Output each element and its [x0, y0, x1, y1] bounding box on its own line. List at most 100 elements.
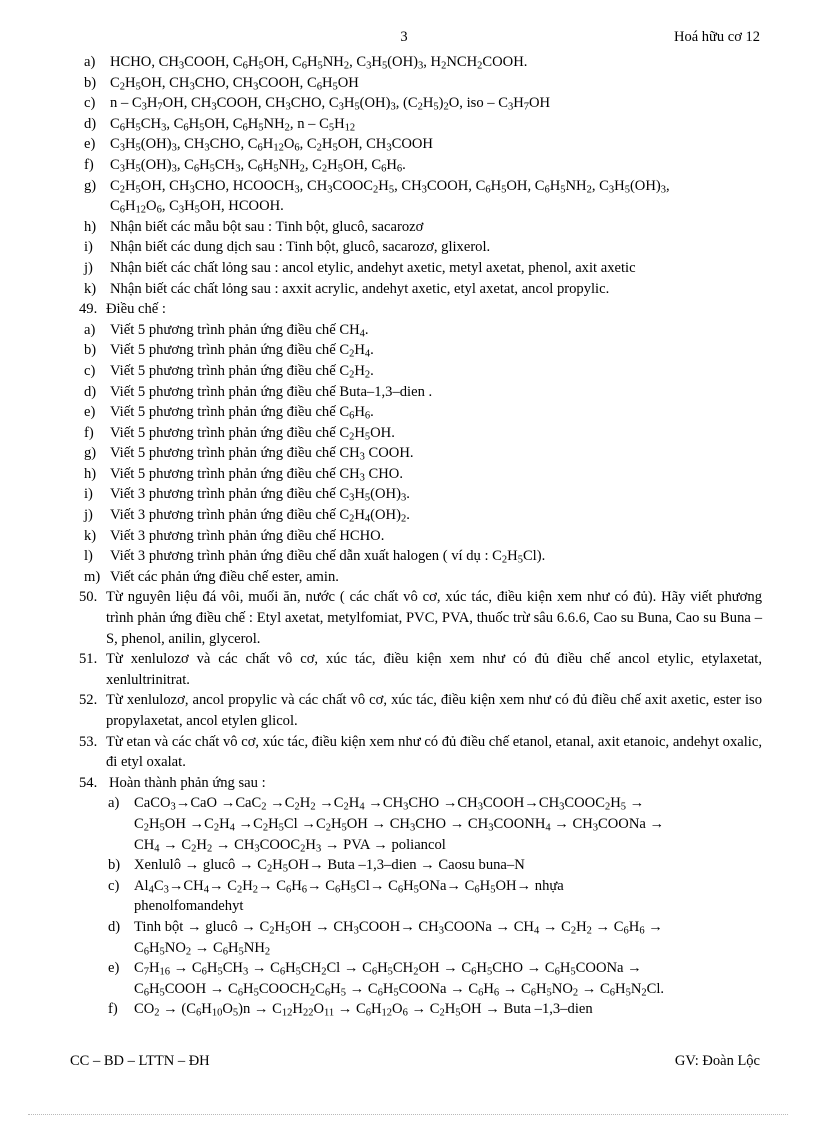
- list-item: j) Viết 3 phương trình phản ứng điều chế …: [70, 505, 762, 526]
- item-line: Xenlulô → glucô → C2H5OH→ Buta –1,3–dien…: [134, 857, 525, 875]
- item-text: Viết 5 phương trình phản ứng điều chế CH…: [110, 445, 414, 463]
- item-text: Al4C3→CH4→ C2H2→ C6H6→ C6H5Cl→ C6H5ONa→ …: [134, 876, 762, 917]
- list-item: f) C3H5(OH)3, C6H5CH3, C6H5NH2, C2H5OH, …: [70, 155, 762, 176]
- exercise-49-items: a) Viết 5 phương trình phản ứng điều chế …: [70, 320, 762, 588]
- list-item: a) HCHO, CH3COOH, C6H5OH, C6H5NH2, C3H5(…: [70, 52, 762, 73]
- item-marker: f): [108, 1001, 118, 1018]
- item-text: Tinh bột → glucô → C2H5OH → CH3COOH→ CH3…: [134, 917, 762, 958]
- item-text: Nhận biết các chất lỏng sau : ancol etyl…: [110, 259, 636, 276]
- item-text: Viết 5 phương trình phản ứng điều chế C2…: [110, 424, 395, 443]
- item-marker: e): [84, 136, 96, 153]
- item-marker: a): [108, 795, 120, 812]
- list-item: k) Viết 3 phương trình phản ứng điều chế …: [70, 526, 762, 547]
- exercise-number: 52.: [79, 692, 98, 709]
- item-line: Al4C3→CH4→ C2H2→ C6H6→ C6H5Cl→ C6H5ONa→ …: [134, 877, 564, 896]
- item-marker: j): [84, 507, 93, 524]
- item-marker: f): [84, 424, 94, 441]
- item-marker: a): [84, 321, 96, 338]
- exercise-53: 53. Từ etan và các chất vô cơ, xúc tác, …: [70, 732, 762, 773]
- item-marker: i): [84, 486, 93, 503]
- item-marker: h): [84, 218, 97, 235]
- list-item: e) C3H5(OH)3, CH3CHO, C6H12O6, C2H5OH, C…: [70, 134, 762, 155]
- list-item: h) Viết 5 phương trình phản ứng điều chế …: [70, 464, 762, 485]
- item-marker: c): [84, 95, 96, 112]
- exercise-51: 51. Từ xenlulozơ và các chất vô cơ, xúc …: [70, 649, 762, 690]
- item-text: HCHO, CH3COOH, C6H5OH, C6H5NH2, C3H5(OH)…: [110, 54, 528, 72]
- document-body: a) HCHO, CH3COOH, C6H5OH, C6H5NH2, C3H5(…: [70, 52, 762, 1020]
- exercise-number: 51.: [79, 651, 98, 668]
- exercise-52: 52. Từ xenlulozơ, ancol propylic và các …: [70, 690, 762, 731]
- item-line: C2H5OH →C2H4 →C2H5Cl →C2H5OH → CH3CHO → …: [134, 815, 665, 834]
- exercise-number: 54.: [79, 774, 98, 791]
- exercise-49-heading: 49. Điều chế :: [70, 299, 762, 320]
- list-item: b) Viết 5 phương trình phản ứng điều chế …: [70, 340, 762, 361]
- list-item: d) Tinh bột → glucô → C2H5OH → CH3COOH→ C…: [70, 917, 762, 958]
- item-marker: g): [84, 177, 97, 194]
- item-text: C2H5OH, CH3CHO, CH3COOH, C6H5OH: [110, 74, 359, 93]
- document-page: 3 Hoá hữu cơ 12 a) HCHO, CH3COOH, C6H5OH…: [0, 0, 816, 1123]
- list-item: e) C7H16 → C6H5CH3 → C6H5CH2Cl → C6H5CH2O…: [70, 958, 762, 999]
- exercise-number: 53.: [79, 733, 98, 750]
- list-item: c) Al4C3→CH4→ C2H2→ C6H6→ C6H5Cl→ C6H5ONa…: [70, 876, 762, 917]
- item-text: Viết 3 phương trình phản ứng điều chế dẫ…: [110, 548, 546, 566]
- item-text: Xenlulô → glucô → C2H5OH→ Buta –1,3–dien…: [134, 855, 762, 876]
- list-item: g) C2H5OH, CH3CHO, HCOOCH3, CH3COOC2H5, …: [70, 176, 762, 217]
- list-item: a) CaCO3→CaO →CaC2 →C2H2 →C2H4 →CH3CHO →C…: [70, 793, 762, 855]
- item-marker: c): [108, 877, 120, 894]
- document-title: Hoá hữu cơ 12: [674, 29, 760, 45]
- bottom-divider: [28, 1114, 788, 1115]
- exercise-54-heading: 54. Hoàn thành phản ứng sau :: [70, 773, 762, 794]
- item-text: Viết 5 phương trình phản ứng điều chế CH…: [110, 465, 403, 484]
- exercise-number: 49.: [79, 301, 98, 318]
- exercise-text: Từ xenlulozơ, ancol propylic và các chất…: [106, 692, 762, 729]
- item-text: C3H5(OH)3, C6H5CH3, C6H5NH2, C2H5OH, C6H…: [110, 156, 406, 175]
- item-line: C6H5NO2 → C6H5NH2: [134, 939, 271, 958]
- item-marker: b): [108, 857, 121, 874]
- item-marker: d): [108, 918, 121, 935]
- item-line: CO2 → (C6H10O5)n → C12H22O11 → C6H12O6 →…: [134, 1001, 593, 1019]
- item-text: C3H5(OH)3, CH3CHO, C6H12O6, C2H5OH, CH3C…: [110, 136, 433, 154]
- item-marker: m): [84, 568, 101, 585]
- item-line: C7H16 → C6H5CH3 → C6H5CH2Cl → C6H5CH2OH …: [134, 960, 642, 978]
- list-item: g) Viết 5 phương trình phản ứng điều chế …: [70, 443, 762, 464]
- item-line: C2H5OH, CH3CHO, HCOOCH3, CH3COOC2H5, CH3…: [110, 177, 670, 196]
- item-text: C2H5OH, CH3CHO, HCOOCH3, CH3COOC2H5, CH3…: [110, 176, 762, 217]
- item-text: C7H16 → C6H5CH3 → C6H5CH2Cl → C6H5CH2OH …: [134, 958, 762, 999]
- exercise-50: 50. Từ nguyên liệu đá vôi, muối ăn, nước…: [70, 587, 762, 649]
- item-line: C6H5COOH → C6H5COOCH2C6H5 → C6H5COONa → …: [134, 980, 665, 999]
- item-marker: b): [84, 342, 97, 359]
- item-marker: e): [84, 404, 96, 421]
- list-item: d) C6H5CH3, C6H5OH, C6H5NH2, n – C5H12: [70, 114, 762, 135]
- item-marker: k): [84, 527, 97, 544]
- list-item: f) CO2 → (C6H10O5)n → C12H22O11 → C6H12O6…: [70, 999, 762, 1020]
- list-item: k) Nhận biết các chất lỏng sau : axxit a…: [70, 279, 762, 300]
- list-item: e) Viết 5 phương trình phản ứng điều chế …: [70, 402, 762, 423]
- item-text: Viết 5 phương trình phản ứng điều chế C2…: [110, 362, 374, 381]
- list-item: f) Viết 5 phương trình phản ứng điều chế …: [70, 423, 762, 444]
- item-marker: e): [108, 960, 120, 977]
- item-text: C6H5CH3, C6H5OH, C6H5NH2, n – C5H12: [110, 115, 356, 134]
- item-line: CaCO3→CaO →CaC2 →C2H2 →C2H4 →CH3CHO →CH3…: [134, 795, 645, 813]
- item-marker: a): [84, 54, 96, 70]
- footer-left-text: CC – BD – LTTN – ĐH: [70, 1053, 210, 1069]
- list-item: c) Viết 5 phương trình phản ứng điều chế …: [70, 361, 762, 382]
- item-text: n – C3H7OH, CH3COOH, CH3CHO, C3H5(OH)3, …: [110, 95, 551, 113]
- exercise-text: Từ xenlulozơ và các chất vô cơ, xúc tác,…: [106, 651, 762, 688]
- item-line: phenolfomandehyt: [134, 898, 244, 915]
- item-line: C6H12O6, C3H5OH, HCOOH.: [110, 198, 284, 216]
- item-text: Nhận biết các chất lỏng sau : axxit acry…: [110, 280, 610, 297]
- item-text: Viết 3 phương trình phản ứng điều chế C3…: [110, 486, 410, 504]
- footer-right-text: GV: Đoàn Lộc: [674, 1053, 760, 1069]
- list-item: i) Viết 3 phương trình phản ứng điều chế …: [70, 484, 762, 505]
- item-marker: l): [84, 548, 93, 565]
- list-item: b) Xenlulô → glucô → C2H5OH→ Buta –1,3–di…: [70, 855, 762, 876]
- item-text: Viết 3 phương trình phản ứng điều chế C2…: [110, 507, 410, 525]
- exercise-title: Điều chế :: [106, 301, 166, 318]
- item-marker: g): [84, 445, 97, 462]
- item-text: Nhận biết các dung dịch sau : Tinh bột, …: [110, 239, 491, 256]
- exercise-number: 50.: [79, 589, 98, 606]
- list-item: j) Nhận biết các chất lỏng sau : ancol e…: [70, 258, 762, 279]
- exercise-text: Từ nguyên liệu đá vôi, muối ăn, nước ( c…: [106, 589, 762, 647]
- item-text: Viết 5 phương trình phản ứng điều chế C2…: [110, 342, 374, 360]
- list-item: m) Viết các phản ứng điều chế ester, amin…: [70, 567, 762, 588]
